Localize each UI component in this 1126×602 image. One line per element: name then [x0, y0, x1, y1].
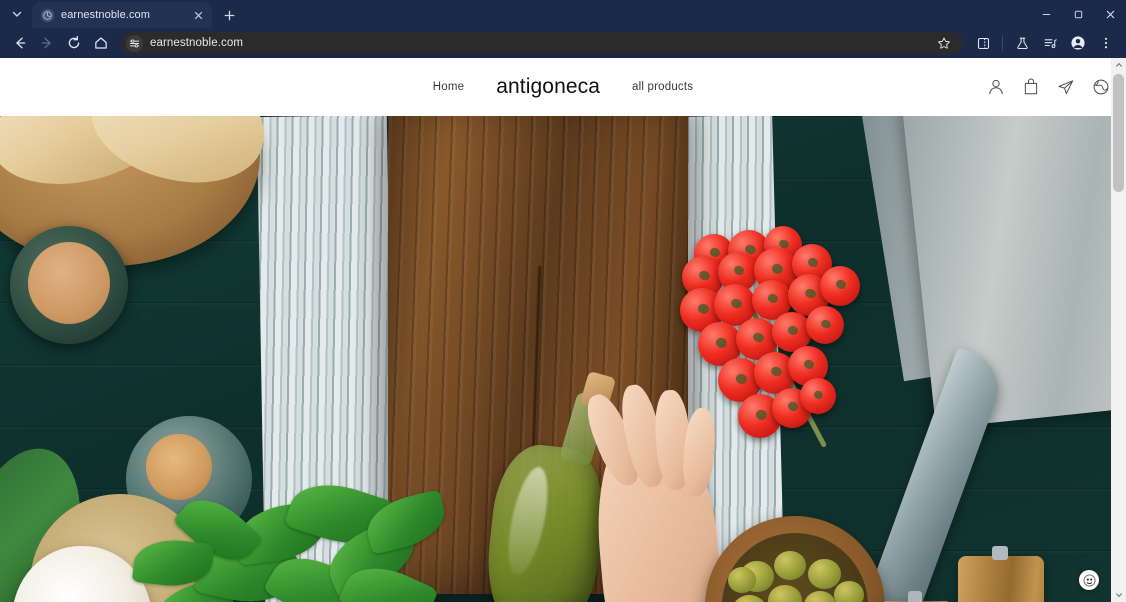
tab-search-button[interactable]: [4, 2, 30, 26]
hero-basil-bunch: [131, 466, 451, 602]
scrollbar-up-button[interactable]: [1111, 58, 1126, 72]
scrollbar-thumb[interactable]: [1113, 74, 1124, 192]
bookmark-button[interactable]: [935, 34, 953, 52]
hero-cherry-tomato: [800, 378, 836, 414]
send-icon[interactable]: [1055, 76, 1077, 98]
globe-icon[interactable]: [1090, 76, 1112, 98]
tab-strip: earnestnoble.com: [0, 0, 1126, 28]
window-close-button[interactable]: [1094, 0, 1126, 28]
tab-close-button[interactable]: [191, 8, 206, 23]
hero-olive: [774, 551, 806, 581]
share-list-button[interactable]: [1037, 30, 1063, 56]
hero-olive: [834, 581, 864, 602]
hero-cherry-tomato: [820, 266, 860, 306]
hero-olive: [808, 559, 841, 590]
page-badge-icon: [1082, 573, 1096, 587]
new-tab-button[interactable]: [217, 3, 241, 27]
browser-toolbar: earnestnoble.com: [0, 28, 1126, 58]
profile-button[interactable]: [1065, 30, 1091, 56]
split-screen-icon: [977, 37, 989, 49]
hero-pepper-mill-knob: [908, 591, 922, 602]
site-brand[interactable]: antigoneca: [496, 75, 600, 99]
scroll-up-arrow-icon: [1115, 63, 1122, 67]
forward-arrow-icon: [41, 37, 51, 49]
window-controls: [1030, 0, 1126, 28]
plus-icon: [224, 10, 234, 20]
nav-link-all-products[interactable]: all products: [632, 81, 693, 93]
back-arrow-icon: [16, 37, 26, 49]
scroll-down-arrow-icon: [1115, 593, 1122, 597]
reload-button[interactable]: [61, 30, 87, 56]
close-icon: [1106, 10, 1114, 18]
minimize-icon: [1042, 13, 1050, 15]
hero-olive: [732, 595, 767, 602]
browser-window: earnestnoble.com earnestnoble.com Home a…: [0, 0, 1126, 602]
maximize-icon: [1074, 10, 1082, 18]
hero-cork-lid: [28, 242, 110, 324]
chevron-down-icon: [12, 11, 22, 17]
page-badge[interactable]: [1079, 570, 1099, 590]
window-minimize-button[interactable]: [1030, 0, 1062, 28]
url-text: earnestnoble.com: [150, 37, 244, 49]
address-bar[interactable]: earnestnoble.com: [121, 32, 963, 54]
reload-icon: [68, 35, 80, 49]
home-icon: [95, 37, 107, 49]
labs-button[interactable]: [1009, 30, 1035, 56]
site-header: Home antigoneca all products: [0, 58, 1126, 116]
hero-cherry-tomato: [806, 306, 844, 344]
hero-olive: [804, 591, 836, 602]
site-settings-icon[interactable]: [126, 34, 143, 52]
back-button[interactable]: [7, 30, 33, 56]
browser-menu-button[interactable]: [1093, 30, 1119, 56]
home-button[interactable]: [88, 30, 114, 56]
forward-button[interactable]: [34, 30, 60, 56]
flask-icon: [1016, 37, 1028, 49]
hero-linen-napkin: [901, 116, 1126, 429]
page-scrollbar[interactable]: [1111, 58, 1126, 602]
hero-olive: [728, 567, 756, 593]
share-list-icon: [1044, 38, 1057, 48]
split-screen-button[interactable]: [970, 30, 996, 56]
profile-avatar-icon: [1071, 36, 1085, 50]
tab-title: earnestnoble.com: [61, 9, 151, 21]
account-icon[interactable]: [985, 76, 1007, 98]
page-viewport: Home antigoneca all products: [0, 58, 1126, 602]
site-header-icons: [985, 76, 1112, 98]
toolbar-divider: [1002, 35, 1003, 51]
toolbar-actions: [970, 30, 1119, 56]
three-dot-menu-icon: [1104, 37, 1108, 49]
close-icon: [194, 11, 203, 19]
scrollbar-down-button[interactable]: [1111, 588, 1126, 602]
site-nav: Home antigoneca all products: [0, 75, 1126, 99]
hero-image: [0, 116, 1126, 602]
star-icon: [938, 37, 950, 49]
hero-pepper-mill-knob: [992, 546, 1008, 560]
hero-pepper-mill: [958, 556, 1044, 602]
site-favicon: [41, 8, 54, 22]
shopping-bag-icon[interactable]: [1020, 76, 1042, 98]
nav-link-home[interactable]: Home: [433, 81, 464, 93]
window-maximize-button[interactable]: [1062, 0, 1094, 28]
hero-olive: [768, 585, 802, 602]
browser-tab[interactable]: earnestnoble.com: [32, 2, 212, 28]
